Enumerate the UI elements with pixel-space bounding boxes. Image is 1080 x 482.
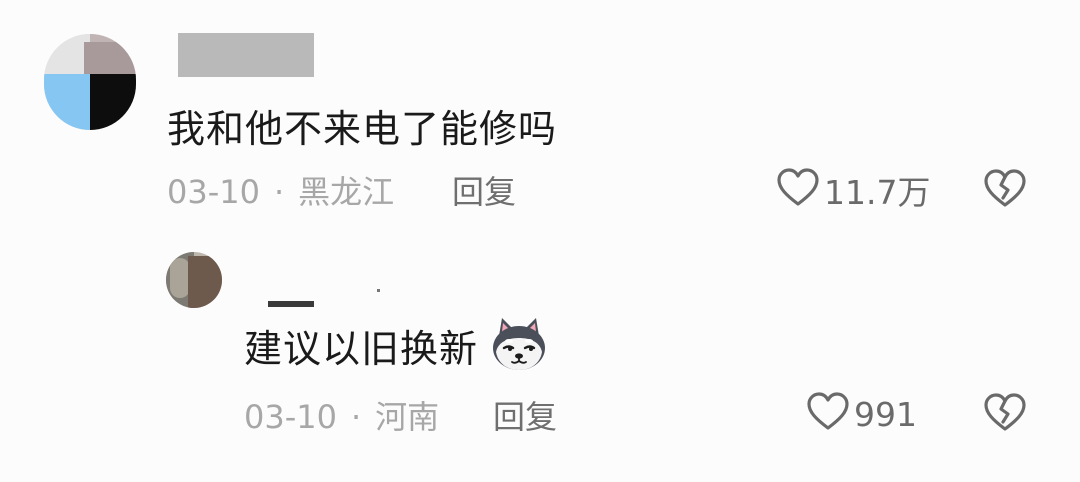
comment-thread: 我和他不来电了能修吗 03-10 · 黑龙江 回复 11.7万 建议以旧换新 0…	[0, 0, 1080, 482]
reply-to-reply-button[interactable]: 回复	[493, 392, 557, 438]
reply-username-fragment	[377, 289, 380, 292]
dog-emoji-icon	[490, 316, 548, 376]
reply-avatar[interactable]	[166, 252, 222, 308]
username-redacted[interactable]	[178, 33, 314, 77]
reply-like-button[interactable]: 991	[806, 390, 917, 438]
broken-heart-icon	[983, 393, 1027, 438]
reply-text: 建议以旧换新	[244, 327, 479, 371]
avatar[interactable]	[44, 34, 136, 130]
comment-date: 03-10	[167, 173, 260, 211]
dislike-button[interactable]	[983, 168, 1027, 214]
reply-username-redacted[interactable]	[268, 301, 314, 307]
like-button[interactable]: 11.7万	[776, 166, 930, 214]
heart-icon	[806, 390, 850, 438]
reply-location: 河南	[375, 398, 440, 436]
reply-button[interactable]: 回复	[452, 167, 516, 213]
meta-separator: ·	[350, 398, 362, 436]
comment-meta: 03-10 · 黑龙江	[167, 167, 394, 213]
reply-like-count: 991	[854, 394, 917, 434]
reply-meta: 03-10 · 河南	[244, 392, 439, 438]
broken-heart-icon	[983, 169, 1027, 214]
comment-text: 我和他不来电了能修吗	[167, 107, 558, 151]
reply-date: 03-10	[244, 398, 337, 436]
like-count: 11.7万	[824, 173, 931, 212]
meta-separator: ·	[273, 173, 285, 211]
heart-icon	[776, 166, 820, 214]
reply-dislike-button[interactable]	[983, 392, 1027, 438]
comment-location: 黑龙江	[298, 173, 395, 211]
